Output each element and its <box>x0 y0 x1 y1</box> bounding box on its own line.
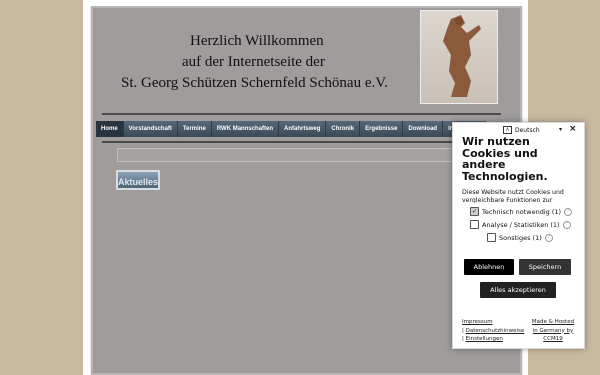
einstellungen-link[interactable]: Einstellungen <box>466 336 503 342</box>
nav-divider <box>102 141 452 143</box>
datenschutz-link[interactable]: Datenschutzhinweise <box>466 328 525 334</box>
accept-all-button[interactable]: Alles akzeptieren <box>480 282 556 298</box>
info-icon[interactable]: ? <box>564 207 573 216</box>
ccm19-credit: Made & Hosted in Germany by CCM19 <box>528 318 578 344</box>
ccm19-link[interactable]: CCM19 <box>543 336 562 342</box>
nav-item-download[interactable]: Download <box>403 121 444 137</box>
option-sonstiges[interactable]: Sonstiges (1) ? <box>487 233 553 242</box>
language-selector[interactable]: A Deutsch <box>503 126 540 134</box>
language-label: Deutsch <box>515 126 540 134</box>
option-label: Technisch notwendig (1) <box>482 207 562 216</box>
made-hosted-link[interactable]: Made & Hosted <box>532 319 574 325</box>
nav-item-anfahrtsweg[interactable]: Anfahrtsweg <box>279 121 327 137</box>
cookie-consent-dialog: A Deutsch ▾ × Wir nutzen Cookies und and… <box>452 122 585 349</box>
main-navigation: Home Vorstandschaft Termine RWK Mannschafte… <box>96 121 487 137</box>
header-line-2: auf der Internetseite der <box>182 54 325 70</box>
header-divider <box>102 113 501 115</box>
option-analyse[interactable]: Analyse / Statistiken (1) ? <box>470 220 571 229</box>
nav-item-chronik[interactable]: Chronik <box>326 121 361 137</box>
cookie-description: Diese Website nutzt Cookies und vergleic… <box>462 189 564 203</box>
nav-item-home[interactable]: Home <box>96 121 124 137</box>
option-label: Sonstiges (1) <box>499 233 542 242</box>
nav-item-termine[interactable]: Termine <box>177 121 212 137</box>
language-icon: A <box>503 126 512 134</box>
option-label: Analyse / Statistiken (1) <box>482 220 560 229</box>
decline-button[interactable]: Ablehnen <box>464 259 514 275</box>
content-box <box>117 148 454 162</box>
nav-item-ergebnisse[interactable]: Ergebnisse <box>360 121 404 137</box>
checkbox-analyse[interactable] <box>470 220 479 229</box>
checkbox-sonstiges[interactable] <box>487 233 496 242</box>
close-icon[interactable]: × <box>569 124 577 134</box>
nav-item-vorstandschaft[interactable]: Vorstandschaft <box>123 121 178 137</box>
chevron-down-icon[interactable]: ▾ <box>559 126 562 133</box>
header-line-1: Herzlich Willkommen <box>190 33 324 49</box>
option-technisch-notwendig[interactable]: ✓ Technisch notwendig (1) ? <box>470 207 573 216</box>
footer-links: Impressum | Datenschutzhinweise | Einste… <box>462 319 525 342</box>
cookie-title: Wir nutzen Cookies und andere Technologi… <box>462 135 548 183</box>
impressum-link[interactable]: Impressum <box>462 319 493 325</box>
info-icon[interactable]: ? <box>544 233 553 242</box>
checkbox-technisch[interactable]: ✓ <box>470 207 479 216</box>
header-line-3: St. Georg Schützen Schernfeld Schönau e.… <box>121 75 388 91</box>
st-george-statue-image <box>420 10 498 104</box>
info-icon[interactable]: ? <box>562 220 571 229</box>
made-in-link[interactable]: in Germany by <box>533 328 574 334</box>
nav-item-rwk-mannschaften[interactable]: RWK Mannschaften <box>211 121 280 137</box>
aktuelles-button[interactable]: Aktuelles <box>116 170 160 190</box>
save-button[interactable]: Speichern <box>519 259 571 275</box>
